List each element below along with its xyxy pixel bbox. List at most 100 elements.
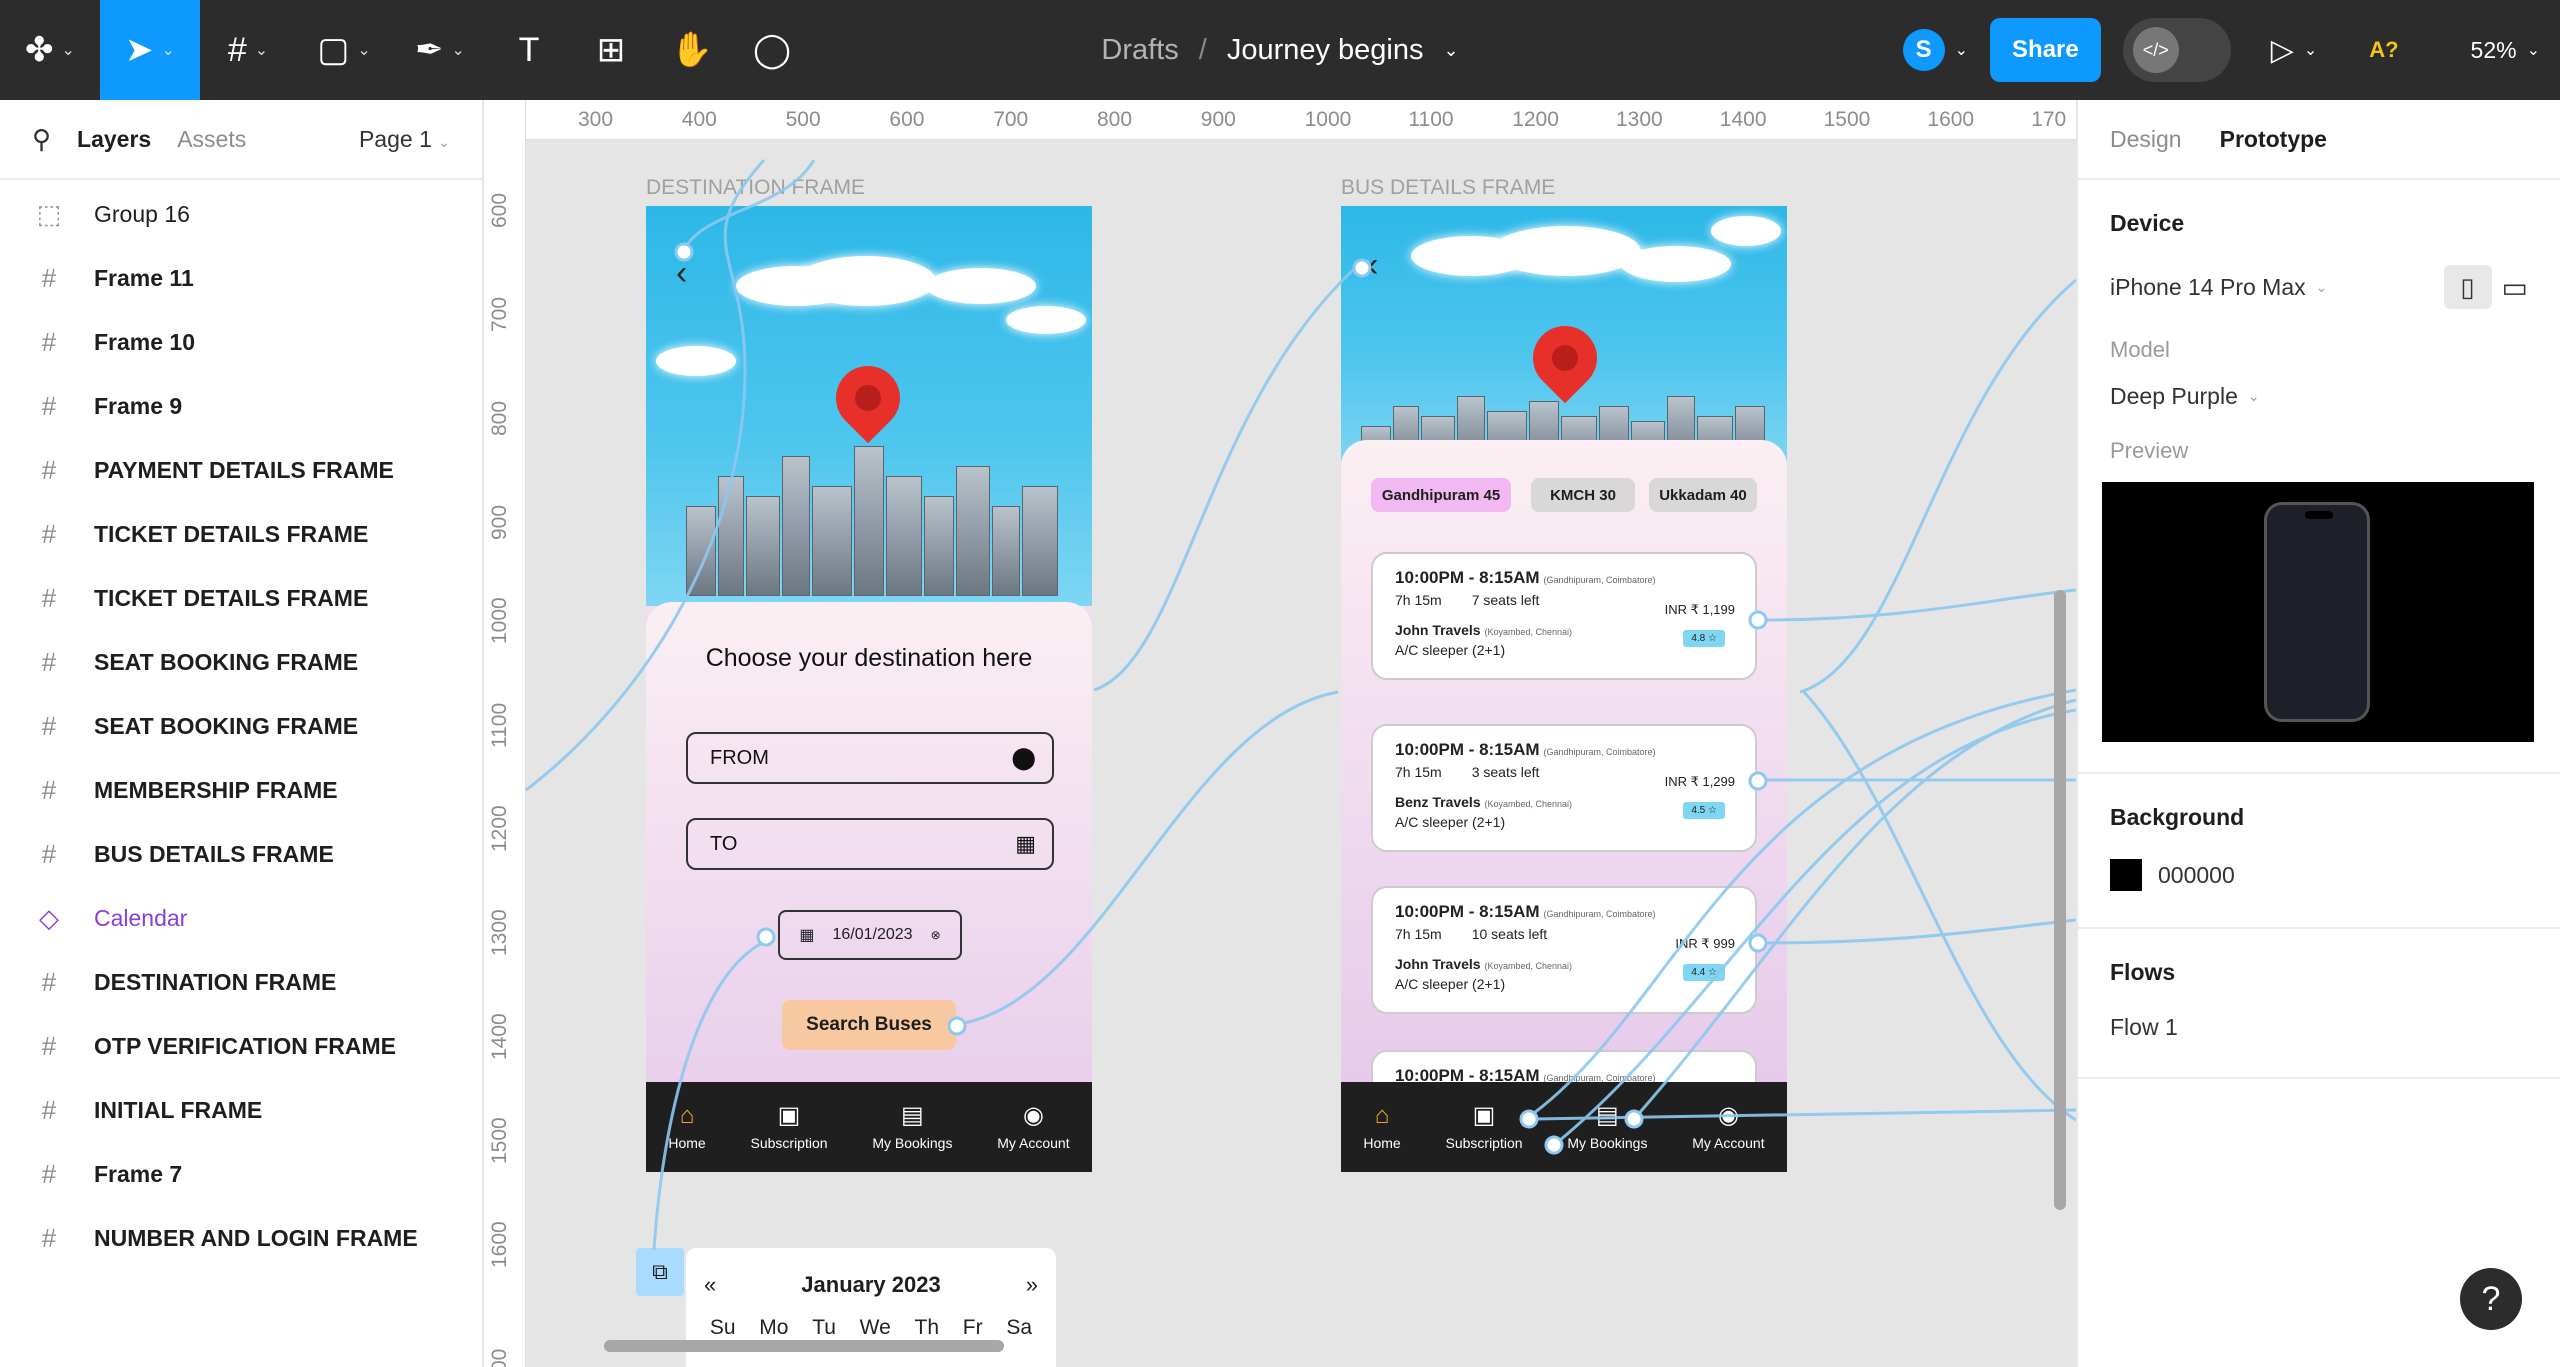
breadcrumb-parent[interactable]: Drafts	[1101, 34, 1178, 67]
share-button[interactable]: Share	[1990, 18, 2101, 82]
layer-item[interactable]: # PAYMENT DETAILS FRAME	[0, 438, 482, 502]
calendar-month: January 2023	[801, 1272, 941, 1297]
nav-subscription[interactable]: ▣ Subscription	[750, 1103, 828, 1152]
layer-item[interactable]: # OTP VERIFICATION FRAME	[0, 1014, 482, 1078]
date-field[interactable]: ▦ 16/01/2023 ⊗	[778, 910, 962, 960]
layer-item[interactable]: # BUS DETAILS FRAME	[0, 822, 482, 886]
bus-time: 10:00PM - 8:15AM	[1395, 902, 1540, 921]
stop-chip[interactable]: Ukkadam 40	[1649, 478, 1757, 512]
shape-tool-button[interactable]: ▢ ⌄	[296, 0, 392, 100]
search-icon[interactable]: ⚲	[32, 124, 51, 155]
frame-label-destination[interactable]: DESTINATION FRAME	[646, 176, 865, 200]
file-name[interactable]: Journey begins	[1227, 34, 1424, 67]
layer-item[interactable]: # TICKET DETAILS FRAME	[0, 502, 482, 566]
layer-item[interactable]: ◇ Calendar	[0, 886, 482, 950]
phone-icon	[2264, 502, 2370, 722]
ruler-horizontal: 300 400 500 600 700 800 900 1000 1100 1200 1300 140…	[526, 100, 2076, 140]
layer-item[interactable]: # NUMBER AND LOGIN FRAME	[0, 1206, 482, 1270]
device-select[interactable]: iPhone 14 Pro Max ⌄ ▯ ▭	[2110, 265, 2528, 309]
page-selector[interactable]: Page 1 ⌄	[359, 126, 450, 153]
weekday-label: Th	[914, 1316, 940, 1339]
to-field[interactable]: TO ▦	[686, 818, 1054, 870]
main-menu-button[interactable]: ✤ ⌄	[0, 0, 100, 100]
layer-item[interactable]: # TICKET DETAILS FRAME	[0, 566, 482, 630]
layer-item[interactable]: # DESTINATION FRAME	[0, 950, 482, 1014]
horizontal-scrollbar[interactable]	[604, 1340, 1004, 1352]
nav-my-bookings[interactable]: ▤ My Bookings	[872, 1103, 952, 1152]
from-field[interactable]: FROM ⬤	[686, 732, 1054, 784]
bus-rating: 4.5 ☆	[1683, 802, 1725, 819]
vertical-scrollbar[interactable]	[2054, 590, 2066, 1210]
portrait-icon[interactable]: ▯	[2443, 265, 2492, 309]
dev-mode-toggle[interactable]: </>	[2122, 18, 2231, 82]
nav-label: Subscription	[750, 1135, 828, 1151]
pen-tool-button[interactable]: ✒ ⌄	[392, 0, 488, 100]
from-placeholder: FROM	[710, 746, 769, 769]
background-color-field[interactable]: 000000	[2110, 859, 2528, 891]
figma-logo-icon: ✤	[25, 31, 54, 69]
back-arrow-icon[interactable]: ‹	[676, 254, 687, 293]
next-month-button[interactable]: »	[1026, 1272, 1038, 1298]
tab-assets[interactable]: Assets	[177, 126, 246, 153]
layer-item[interactable]: # Frame 11	[0, 246, 482, 310]
landscape-icon[interactable]: ▭	[2502, 271, 2528, 304]
nav-home[interactable]: ⌂ Home	[1363, 1103, 1400, 1152]
bus-card[interactable]: 10:00PM - 8:15AM (Gandhipuram, Coimbator…	[1371, 552, 1757, 680]
layer-item[interactable]: # INITIAL FRAME	[0, 1078, 482, 1142]
model-select[interactable]: Deep Purple ⌄	[2110, 383, 2528, 410]
layer-item[interactable]: # Frame 9	[0, 374, 482, 438]
text-tool-button[interactable]: T	[488, 0, 570, 100]
canvas[interactable]: 300 400 500 600 700 800 900 1000 1100 1200 1300 140…	[484, 100, 2076, 1367]
frame-icon: #	[41, 710, 57, 741]
layer-item[interactable]: # Frame 7	[0, 1142, 482, 1206]
bus-from: (Gandhipuram, Coimbatore)	[1543, 575, 1656, 585]
frame-label-bus-details[interactable]: BUS DETAILS FRAME	[1341, 176, 1555, 200]
rectangle-icon: ▢	[317, 31, 350, 69]
calendar-component-icon[interactable]: ⧉	[636, 1248, 684, 1296]
missing-fonts-button[interactable]: A?	[2369, 37, 2398, 63]
frame-icon: #	[41, 326, 57, 357]
prev-month-button[interactable]: «	[704, 1272, 716, 1298]
comment-tool-button[interactable]: ◯	[732, 0, 812, 100]
frame-tool-button[interactable]: # ⌄	[200, 0, 296, 100]
tab-design[interactable]: Design	[2110, 126, 2182, 153]
layer-item[interactable]: # SEAT BOOKING FRAME	[0, 694, 482, 758]
bus-card[interactable]: 10:00PM - 8:15AM (Gandhipuram, Coimbator…	[1371, 886, 1757, 1014]
destination-frame[interactable]: ‹ Choose your destination here FROM ⬤ TO ▦…	[646, 206, 1092, 1172]
stop-chip[interactable]: Gandhipuram 45	[1371, 478, 1511, 512]
move-tool-button[interactable]: ➤ ⌄	[100, 0, 200, 100]
calendar-icon: ▦	[799, 927, 815, 944]
tab-prototype[interactable]: Prototype	[2220, 126, 2327, 153]
destination-title: Choose your destination here	[705, 644, 1033, 672]
ruler-tick-label: 1300	[1616, 108, 1663, 131]
layer-item[interactable]: ⬚ Group 16	[0, 182, 482, 246]
nav-subscription[interactable]: ▣ Subscription	[1446, 1103, 1523, 1152]
search-buses-button[interactable]: Search Buses	[782, 1000, 956, 1050]
clear-icon[interactable]: ⊗	[931, 928, 941, 942]
bus-card[interactable]: 10:00PM - 8:15AM (Gandhipuram, Coimbator…	[1371, 724, 1757, 852]
layer-item[interactable]: # Frame 10	[0, 310, 482, 374]
nav-home[interactable]: ⌂ Home	[668, 1103, 705, 1152]
present-button[interactable]: ▷ ⌄	[2271, 33, 2317, 68]
nav-my-account[interactable]: ◉ My Account	[1692, 1103, 1764, 1152]
date-value: 16/01/2023	[832, 926, 913, 943]
background-value[interactable]: 000000	[2158, 862, 2235, 889]
flow-item[interactable]: Flow 1	[2110, 1014, 2528, 1041]
multiplayer-button[interactable]: S ⌄	[1902, 29, 1968, 71]
bus-details-frame[interactable]: ‹ Gandhipuram 45 KMCH 30 Ukkadam 40 10:0…	[1341, 206, 1787, 1172]
nav-my-bookings[interactable]: ▤ My Bookings	[1567, 1103, 1647, 1152]
resources-button[interactable]: ⊞	[570, 0, 652, 100]
hand-tool-button[interactable]: ✋	[652, 0, 732, 100]
color-swatch[interactable]	[2110, 859, 2142, 891]
tab-layers[interactable]: Layers	[77, 126, 151, 153]
toolbar-right: S ⌄ Share </> ▷ ⌄ A? 52% ⌄	[1902, 18, 2540, 82]
chevron-down-icon[interactable]: ⌄	[1444, 40, 1459, 61]
help-button[interactable]: ?	[2460, 1268, 2522, 1330]
back-arrow-icon[interactable]: ‹	[1367, 246, 1378, 285]
zoom-menu[interactable]: 52% ⌄	[2471, 37, 2540, 64]
layer-item[interactable]: # MEMBERSHIP FRAME	[0, 758, 482, 822]
chevron-down-icon: ⌄	[2315, 278, 2328, 295]
nav-my-account[interactable]: ◉ My Account	[997, 1103, 1069, 1152]
layer-item[interactable]: # SEAT BOOKING FRAME	[0, 630, 482, 694]
stop-chip[interactable]: KMCH 30	[1531, 478, 1635, 512]
